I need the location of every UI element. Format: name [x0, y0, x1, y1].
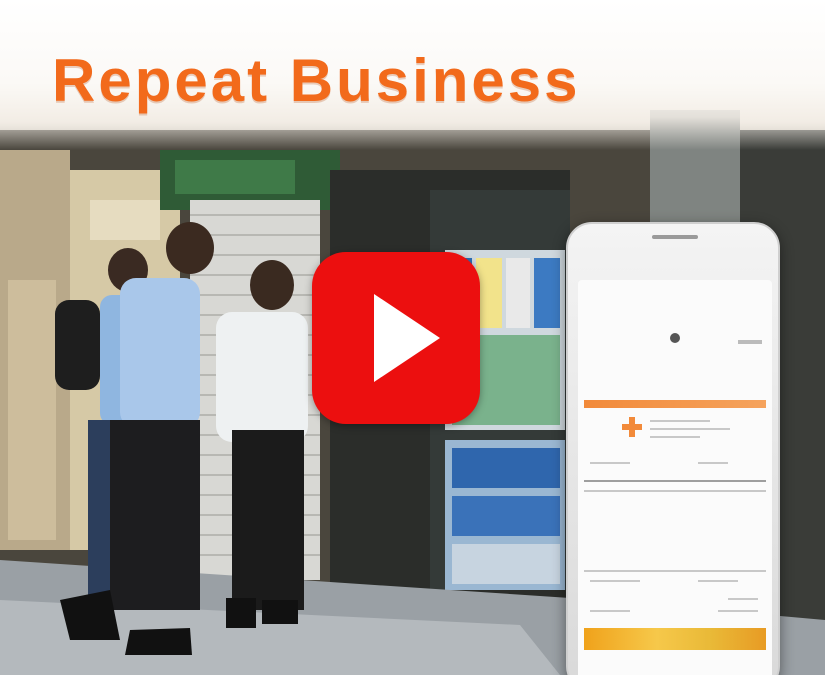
receipt-line: [584, 490, 766, 492]
receipt-line: [650, 420, 710, 422]
receipt-line: [718, 610, 758, 612]
receipt-line: [650, 436, 700, 438]
receipt-line: [590, 462, 630, 464]
receipt-line: [728, 598, 758, 600]
play-icon: [374, 294, 440, 382]
receipt-line: [590, 610, 630, 612]
receipt-accent-bar: [584, 400, 766, 408]
receipt-header-icon: [670, 333, 762, 344]
receipt-line: [698, 580, 738, 582]
phone-screen: [578, 280, 772, 675]
receipt-line: [584, 570, 766, 572]
pharmacy-cross-icon: [622, 417, 642, 437]
phone-logo-icon: [652, 235, 698, 239]
play-button[interactable]: [312, 252, 480, 424]
receipt-line: [584, 480, 766, 482]
phone-mockup: [566, 222, 780, 675]
receipt-line: [590, 580, 640, 582]
banner-title: Repeat Business: [52, 47, 581, 114]
receipt-line: [650, 428, 730, 430]
receipt-footer-banner: [584, 628, 766, 650]
video-thumbnail[interactable]: Repeat Business: [0, 0, 825, 675]
receipt-line: [698, 462, 728, 464]
